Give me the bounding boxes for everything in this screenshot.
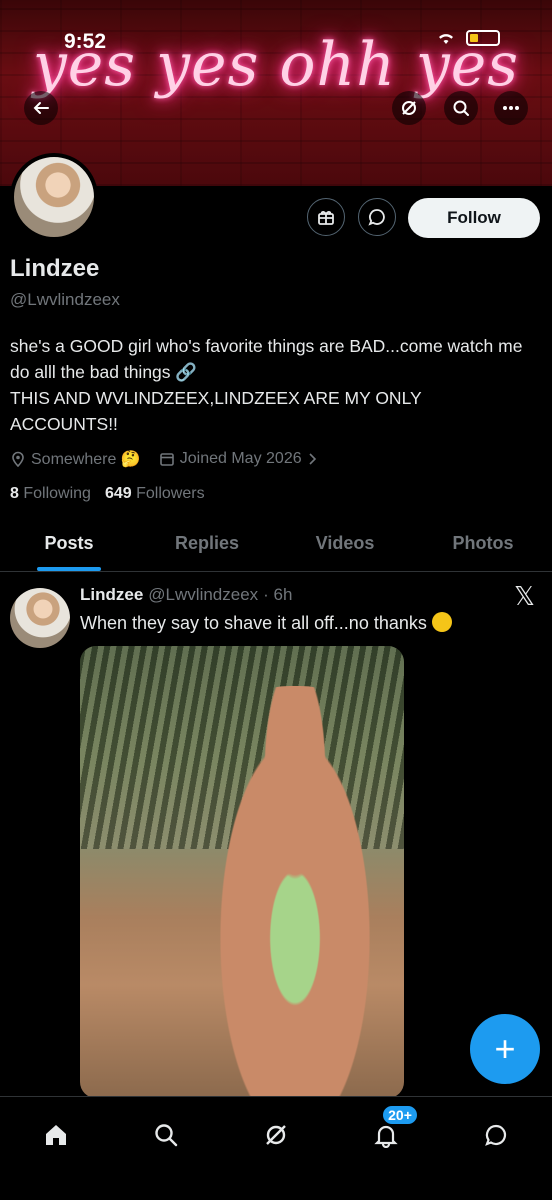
post-text: When they say to shave it all off...no t… xyxy=(80,612,452,634)
status-time: 9:52 xyxy=(64,30,107,53)
nav-home[interactable] xyxy=(36,1115,76,1155)
bio-line-1: she's a GOOD girl who's favorite things … xyxy=(10,336,523,382)
status-icons xyxy=(436,30,500,46)
message-icon xyxy=(485,1124,507,1146)
gift-button[interactable] xyxy=(307,198,345,236)
joined-date[interactable]: Joined May 2026 xyxy=(159,450,317,468)
post-avatar[interactable] xyxy=(10,588,70,648)
search-button[interactable] xyxy=(444,91,478,125)
message-button[interactable] xyxy=(358,198,396,236)
tab-photos[interactable]: Photos xyxy=(414,520,552,571)
post-author-name[interactable]: Lindzee xyxy=(80,585,143,605)
joined-text: Joined May 2026 xyxy=(179,450,302,467)
followers-count: 649 xyxy=(104,485,132,502)
x-logo-icon: 𝕏 xyxy=(514,582,535,612)
arrow-left-icon xyxy=(33,102,49,114)
compose-post-button[interactable]: + xyxy=(470,1014,540,1084)
gift-icon xyxy=(318,211,334,225)
followers-link[interactable]: 649 Followers xyxy=(105,485,205,503)
post-media-image[interactable] xyxy=(80,646,404,1098)
smile-emoji-icon xyxy=(431,612,452,632)
profile-avatar[interactable] xyxy=(10,153,98,241)
grok-icon xyxy=(402,101,416,115)
profile-handle: @Lwvlindzeex xyxy=(10,290,120,309)
tab-posts[interactable]: Posts xyxy=(0,520,138,571)
follow-button[interactable]: Follow xyxy=(408,198,540,238)
location: Somewhere 🤔 xyxy=(10,449,141,469)
grok-icon xyxy=(266,1125,286,1145)
nav-search[interactable] xyxy=(146,1115,186,1155)
profile-display-name: Lindzee xyxy=(10,255,100,282)
bio-line-2: THIS AND WVLINDZEEX,LINDZEEX ARE MY ONLY… xyxy=(10,388,422,434)
profile-bio: she's a GOOD girl who's favorite things … xyxy=(10,333,530,437)
post-text-content: When they say to shave it all off...no t… xyxy=(80,613,427,633)
media-subject xyxy=(200,686,390,1098)
profile-meta: Somewhere 🤔 Joined May 2026 xyxy=(10,449,317,469)
back-button[interactable] xyxy=(24,91,58,125)
location-text: Somewhere 🤔 xyxy=(31,451,141,468)
more-icon xyxy=(503,106,519,110)
post-header: Lindzee @Lwvlindzeex · 6h xyxy=(80,585,292,605)
search-icon xyxy=(453,100,469,116)
battery-icon xyxy=(466,30,500,46)
followers-label: Followers xyxy=(136,485,205,502)
search-icon xyxy=(155,1124,178,1147)
more-options-button[interactable] xyxy=(494,91,528,125)
post-time: · 6h xyxy=(263,585,293,604)
following-label: Following xyxy=(23,485,91,502)
following-count: 8 xyxy=(10,485,19,502)
wifi-icon xyxy=(439,34,453,44)
chevron-right-icon xyxy=(309,453,316,465)
location-pin-icon xyxy=(12,451,24,467)
grok-button[interactable] xyxy=(392,91,426,125)
nav-messages[interactable] xyxy=(476,1115,516,1155)
tab-videos[interactable]: Videos xyxy=(276,520,414,571)
tab-replies[interactable]: Replies xyxy=(138,520,276,571)
message-icon xyxy=(368,209,385,226)
home-icon xyxy=(46,1125,66,1145)
calendar-icon xyxy=(159,453,174,466)
profile-tabs: Posts Replies Videos Photos xyxy=(0,520,552,572)
bottom-navigation xyxy=(0,1096,552,1200)
nav-grok[interactable] xyxy=(256,1115,296,1155)
notifications-badge: 20+ xyxy=(381,1104,419,1126)
follow-stats: 8 Following 649 Followers xyxy=(10,485,205,503)
post-author-handle: @Lwvlindzeex xyxy=(148,585,259,604)
following-link[interactable]: 8 Following xyxy=(10,485,91,503)
